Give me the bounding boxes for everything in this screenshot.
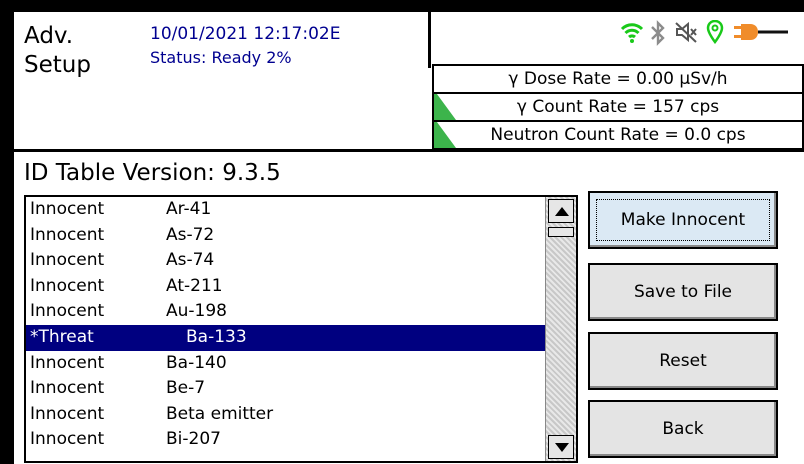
section-divider	[14, 149, 804, 152]
wifi-icon	[620, 20, 644, 48]
dose-rate-display: γ Dose Rate = 0.00 µSv/h	[432, 64, 804, 94]
list-rows: Innocent Ar-41 Innocent As-72 Innocent As-7…	[26, 197, 548, 453]
list-item[interactable]: Innocent As-74	[26, 248, 548, 274]
page-title: Adv. Setup	[24, 22, 91, 80]
power-plug-icon	[732, 20, 792, 48]
title-line-2: Setup	[24, 52, 91, 78]
scroll-down-button[interactable]	[548, 435, 574, 459]
neutron-rate-text: Neutron Count Rate = 0.0 cps	[490, 125, 746, 145]
row-type: Innocent	[30, 199, 105, 219]
header-divider	[428, 12, 431, 68]
timestamp: 10/01/2021 12:17:02E	[150, 24, 341, 44]
arrow-down-icon	[555, 443, 569, 452]
arrow-up-icon	[555, 207, 569, 216]
neutron-rate-indicator	[434, 122, 456, 148]
row-nuclide: Ba-133	[186, 326, 247, 347]
row-nuclide: Ar-41	[166, 199, 212, 219]
list-item[interactable]: Innocent Ar-41	[26, 197, 548, 223]
scroll-up-button[interactable]	[548, 199, 574, 223]
count-rate-text: γ Count Rate = 157 cps	[516, 97, 720, 117]
title-line-1: Adv.	[24, 23, 74, 49]
row-nuclide: As-74	[166, 250, 215, 271]
neutron-rate-display: Neutron Count Rate = 0.0 cps	[432, 120, 804, 150]
scrollbar[interactable]	[545, 197, 576, 461]
list-item[interactable]: Innocent Ba-140	[26, 351, 548, 377]
back-button[interactable]: Back	[588, 400, 778, 458]
make-innocent-button[interactable]: Make Innocent	[588, 191, 778, 249]
list-item[interactable]: Innocent Au-198	[26, 299, 548, 325]
list-item[interactable]: Innocent Bi-207	[26, 427, 548, 453]
location-pin-icon	[706, 19, 724, 48]
list-item[interactable]: Innocent Be-7	[26, 376, 548, 402]
row-type: Innocent	[30, 301, 105, 322]
save-to-file-button[interactable]: Save to File	[588, 263, 778, 321]
mute-icon	[674, 20, 698, 48]
header: Adv. Setup 10/01/2021 12:17:02E Status: …	[14, 12, 804, 150]
id-table-list[interactable]: Innocent Ar-41 Innocent As-72 Innocent As-7…	[24, 195, 578, 463]
row-type: Innocent	[30, 403, 105, 424]
screen: Adv. Setup 10/01/2021 12:17:02E Status: …	[14, 12, 804, 464]
row-type: Innocent	[30, 429, 105, 450]
scroll-thumb[interactable]	[548, 227, 574, 237]
status-icons	[586, 19, 802, 48]
row-nuclide: Be-7	[166, 378, 206, 399]
row-nuclide: Au-198	[166, 301, 227, 322]
list-item[interactable]: Innocent At-211	[26, 274, 548, 300]
list-item[interactable]: Innocent Beta emitter	[26, 402, 548, 428]
row-nuclide: Beta emitter	[166, 403, 274, 424]
row-type: Innocent	[30, 250, 105, 271]
id-table-version: ID Table Version: 9.3.5	[24, 160, 281, 186]
list-item-selected[interactable]: *Threat Ba-133	[26, 324, 548, 351]
row-nuclide: At-211	[166, 275, 223, 296]
dose-rate-text: γ Dose Rate = 0.00 µSv/h	[508, 69, 728, 89]
row-nuclide: As-72	[166, 224, 215, 245]
count-rate-indicator	[434, 94, 456, 120]
row-nuclide: Ba-140	[166, 352, 227, 373]
row-nuclide: Bi-207	[166, 429, 221, 450]
list-item[interactable]: Innocent As-72	[26, 223, 548, 249]
row-type: Innocent	[30, 352, 105, 373]
row-type: Innocent	[30, 378, 105, 399]
row-type: Innocent	[30, 275, 105, 296]
count-rate-display: γ Count Rate = 157 cps	[432, 92, 804, 122]
row-type: Innocent	[30, 224, 105, 245]
status-text: Status: Ready 2%	[150, 48, 292, 67]
bluetooth-icon	[648, 20, 668, 50]
row-type: *Threat	[30, 326, 94, 347]
reset-button[interactable]: Reset	[588, 332, 778, 390]
